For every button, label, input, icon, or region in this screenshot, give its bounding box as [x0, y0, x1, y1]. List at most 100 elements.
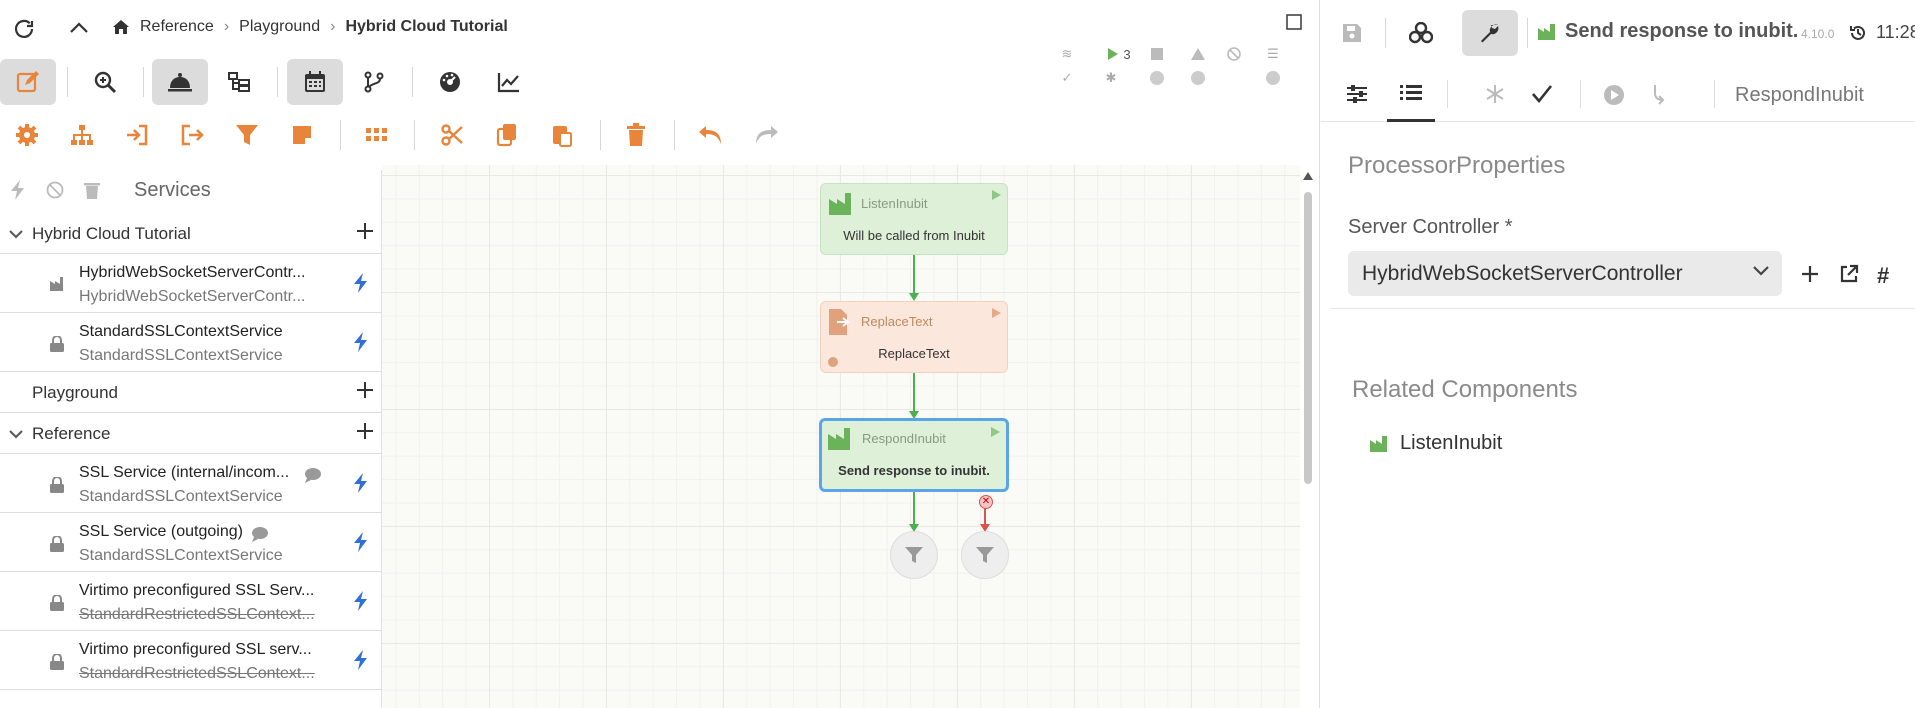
enable-bolt-icon[interactable]	[353, 473, 369, 493]
step-into-icon[interactable]	[1651, 84, 1669, 106]
server-controller-select[interactable]: HybridWebSocketServerController	[1348, 251, 1782, 296]
enable-bolt-icon[interactable]	[353, 591, 369, 611]
paste-icon[interactable]	[542, 115, 582, 155]
service-group-playground[interactable]: Playground	[0, 373, 382, 413]
enable-bolt-icon[interactable]	[353, 273, 369, 293]
timestamp: 11:28	[1876, 22, 1915, 42]
funnel-icon[interactable]	[890, 531, 938, 579]
error-circle-icon	[1222, 67, 1246, 89]
input-port-icon[interactable]	[117, 115, 157, 155]
bell-view-button[interactable]	[152, 59, 208, 105]
service-type: StandardRestrictedSSLContext...	[79, 665, 315, 682]
undo-icon[interactable]	[691, 115, 731, 155]
cut-scissors-icon[interactable]	[432, 115, 472, 155]
tab-settings-sliders-icon[interactable]	[1333, 66, 1381, 122]
group-label: Playground	[32, 382, 119, 402]
breadcrumb-item-reference[interactable]: Reference	[140, 18, 214, 36]
processor-listen-inubit[interactable]: ListenInubit Will be called from Inubit	[820, 183, 1008, 255]
output-port-icon[interactable]	[172, 115, 212, 155]
refresh-icon[interactable]	[12, 17, 36, 41]
redo-icon[interactable]	[746, 115, 786, 155]
asterisk-icon[interactable]	[1485, 84, 1505, 104]
divider	[340, 120, 341, 150]
server-controller-label: Server Controller *	[1348, 216, 1513, 238]
delete-trash-icon[interactable]	[616, 115, 656, 155]
funnel-icon[interactable]	[961, 531, 1009, 579]
chevron-down-icon[interactable]	[0, 229, 32, 239]
sticky-note-icon[interactable]	[282, 115, 322, 155]
document-edit-icon	[827, 307, 857, 337]
service-item[interactable]: SSL Service (internal/incom... StandardS…	[0, 455, 382, 513]
service-group-reference[interactable]: Reference	[0, 414, 382, 454]
delete-trash-icon[interactable]	[84, 181, 100, 199]
enable-bolt-icon[interactable]	[353, 532, 369, 552]
server-controller-value: HybridWebSocketServerController	[1362, 261, 1683, 285]
group-label: Reference	[32, 423, 111, 443]
play-icon	[992, 190, 1001, 200]
service-item[interactable]: StandardSSLContextService StandardSSLCon…	[0, 314, 382, 372]
lock-icon	[50, 595, 64, 611]
chevron-up-icon[interactable]	[68, 20, 90, 36]
properties-toolbar: Send response to inubit. 4.10.0 11:28	[1321, 0, 1915, 66]
service-item[interactable]: Virtimo preconfigured SSL Serv... Standa…	[0, 573, 382, 631]
service-name: HybridWebSocketServerContr...	[79, 264, 306, 281]
dashboard-gauge-icon[interactable]	[422, 59, 478, 105]
question-circle-icon	[1261, 67, 1285, 89]
service-group-hybrid-cloud-tutorial[interactable]: Hybrid Cloud Tutorial	[0, 214, 382, 254]
processor-properties-title: ProcessorProperties	[1348, 152, 1566, 179]
save-icon[interactable]	[1324, 10, 1380, 56]
failure-close-icon[interactable]: ✕	[979, 495, 993, 509]
layers-icon: ≋	[1061, 46, 1073, 61]
processor-respond-inubit[interactable]: RespondInubit Send response to inubit.	[819, 418, 1009, 492]
service-type: StandardSSLContextService	[79, 488, 283, 505]
wrench-settings-button[interactable]	[1462, 10, 1518, 56]
chevron-down-icon[interactable]	[0, 429, 32, 439]
open-external-icon[interactable]	[1839, 264, 1859, 284]
maximize-icon[interactable]	[1286, 14, 1302, 30]
service-item[interactable]: Virtimo preconfigured SSL serv... Standa…	[0, 632, 382, 690]
edit-mode-button[interactable]	[0, 59, 56, 105]
stop-icon	[1145, 43, 1169, 65]
add-service-plus-icon[interactable]	[356, 422, 374, 440]
service-type: StandardSSLContextService	[79, 547, 283, 564]
play-circle-icon[interactable]	[1603, 84, 1625, 106]
divider	[600, 120, 601, 150]
grid-dots-icon[interactable]	[357, 115, 397, 155]
zoom-search-icon[interactable]	[77, 59, 133, 105]
funnel-icon[interactable]	[227, 115, 267, 155]
git-branch-icon[interactable]	[346, 59, 402, 105]
configure-gear-icon[interactable]	[7, 115, 47, 155]
tab-properties-list-icon[interactable]	[1387, 66, 1435, 122]
enable-bolt-icon[interactable]	[10, 180, 26, 200]
related-components-title: Related Components	[1352, 376, 1578, 403]
add-service-plus-icon[interactable]	[356, 381, 374, 399]
processor-description: ReplaceText	[878, 346, 950, 361]
disabled-icon	[1222, 43, 1246, 65]
copy-icon[interactable]	[487, 115, 527, 155]
service-item[interactable]: SSL Service (outgoing) StandardSSLContex…	[0, 514, 382, 572]
flow-canvas[interactable]: ListenInubit Will be called from Inubit …	[382, 165, 1300, 708]
history-icon[interactable]	[1849, 24, 1867, 42]
services-title: Services	[134, 178, 211, 201]
chevron-down-icon[interactable]	[1752, 265, 1770, 277]
service-item[interactable]: HybridWebSocketServerContr... HybridWebS…	[0, 255, 382, 313]
add-service-plus-icon[interactable]	[356, 222, 374, 240]
processor-replace-text[interactable]: ReplaceText ReplaceText	[820, 301, 1008, 373]
home-icon[interactable]	[112, 19, 130, 35]
disable-icon[interactable]	[46, 181, 64, 199]
calendar-view-button[interactable]	[287, 59, 343, 105]
divider	[277, 67, 278, 97]
editor-pane: Reference › Playground › Hybrid Cloud Tu…	[0, 0, 1320, 708]
breadcrumb-item-playground[interactable]: Playground	[239, 18, 320, 36]
line-chart-icon[interactable]	[481, 59, 537, 105]
hierarchy-icon[interactable]	[62, 115, 102, 155]
enable-bolt-icon[interactable]	[353, 650, 369, 670]
enable-bolt-icon[interactable]	[353, 332, 369, 352]
canvas-scrollbar[interactable]	[1302, 172, 1314, 708]
components-icon[interactable]	[1393, 10, 1449, 56]
check-icon[interactable]	[1531, 84, 1553, 104]
hash-icon[interactable]: #	[1877, 263, 1889, 289]
related-component-item[interactable]: ListenInubit	[1370, 432, 1502, 455]
tree-view-icon[interactable]	[211, 59, 267, 105]
add-plus-icon[interactable]	[1801, 265, 1819, 283]
